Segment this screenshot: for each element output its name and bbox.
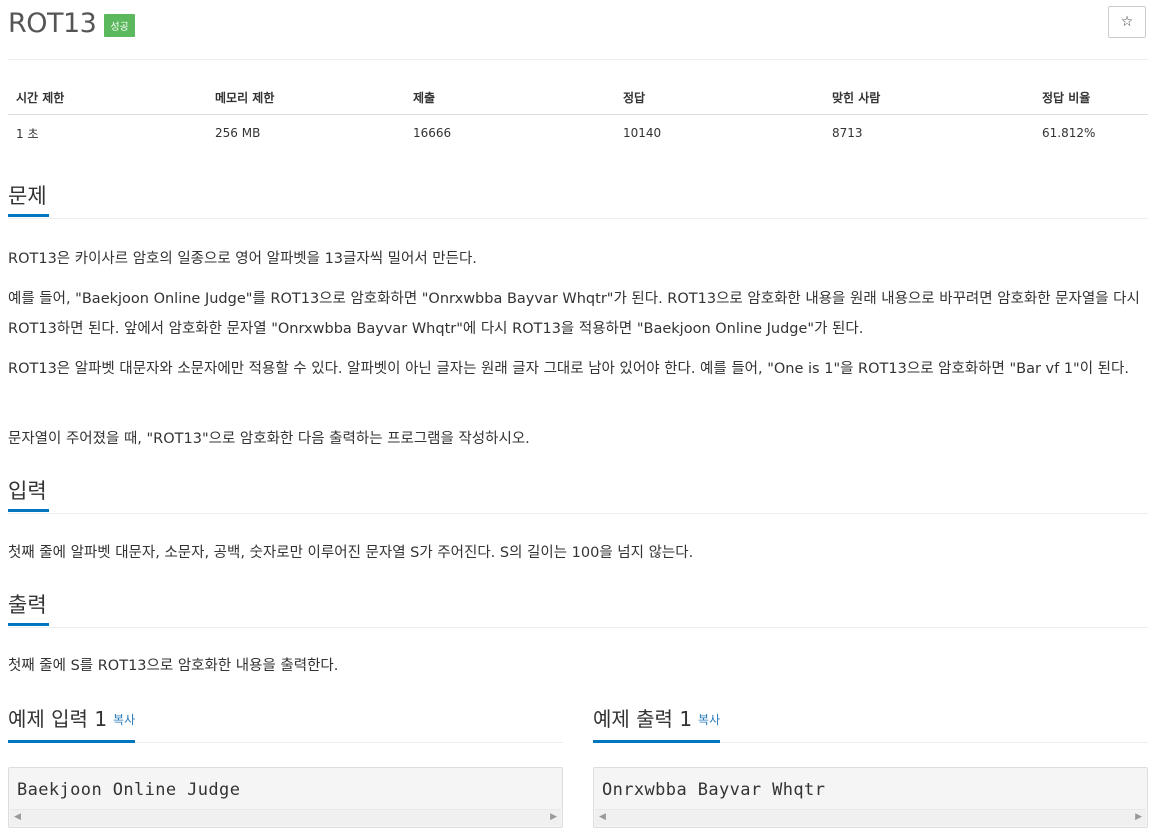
stats-accept-ratio: 61.812%: [1042, 126, 1096, 140]
problem-paragraph-2: 예를 들어, "Baekjoon Online Judge"를 ROT13으로 …: [8, 291, 1140, 337]
stats-memory-limit: 256 MB: [215, 126, 261, 140]
horizontal-scrollbar[interactable]: ◀ ▶: [595, 809, 1146, 826]
sample-output-code: Onrxwbba Bayvar Whqtr: [602, 780, 826, 800]
sample-input-header: 예제 입력 1 복사: [8, 704, 563, 743]
problem-stats-table: 시간 제한 메모리 제한 제출 정답 맞힌 사람 정답 비율 1 초 256 M…: [8, 80, 1148, 151]
sample-input-block: 예제 입력 1 복사 Baekjoon Online Judge ◀ ▶: [8, 704, 563, 828]
problem-paragraph-1: ROT13은 카이사르 암호의 일종으로 영어 알파벳을 13글자씩 밀어서 만…: [8, 251, 477, 267]
problem-header: ROT13 성공: [8, 8, 135, 40]
input-section-title: 입력: [8, 477, 49, 512]
scroll-left-arrow-icon[interactable]: ◀: [14, 812, 21, 822]
sample-input-title-text: 예제 입력 1: [8, 707, 108, 731]
problem-section-title: 문제: [8, 182, 49, 217]
divider: [8, 59, 1148, 60]
sample-output-title: 예제 출력 1 복사: [593, 704, 721, 743]
sample-output-title-text: 예제 출력 1: [593, 707, 693, 731]
problem-title: ROT13: [8, 8, 97, 39]
sample-input-code-box[interactable]: Baekjoon Online Judge ◀ ▶: [8, 767, 563, 828]
stats-header-row: 시간 제한 메모리 제한 제출 정답 맞힌 사람 정답 비율: [8, 80, 1148, 115]
sample-input-copy-link[interactable]: 복사: [113, 713, 135, 727]
status-badge: 성공: [104, 14, 135, 37]
stats-header-accept-ratio: 정답 비율: [1034, 80, 1148, 115]
output-description: 첫째 줄에 S를 ROT13으로 암호화한 내용을 출력한다.: [8, 658, 339, 674]
output-section-title: 출력: [8, 591, 49, 626]
stats-header-solved-users: 맞힌 사람: [824, 80, 1034, 115]
sample-output-code-box[interactable]: Onrxwbba Bayvar Whqtr ◀ ▶: [593, 767, 1148, 828]
sample-output-block: 예제 출력 1 복사 Onrxwbba Bayvar Whqtr ◀ ▶: [593, 704, 1148, 828]
output-section-header: 출력: [8, 591, 1148, 628]
horizontal-scrollbar[interactable]: ◀ ▶: [10, 809, 561, 826]
stats-solved-users: 8713: [832, 126, 863, 140]
sample-output-copy-link[interactable]: 복사: [698, 713, 720, 727]
stats-accepted: 10140: [623, 126, 662, 140]
sample-input-title: 예제 입력 1 복사: [8, 704, 136, 743]
sample-input-code: Baekjoon Online Judge: [17, 780, 241, 800]
problem-section-header: 문제: [8, 182, 1148, 219]
stats-submissions: 16666: [413, 126, 452, 140]
favorite-star-button[interactable]: ☆: [1108, 6, 1146, 38]
scroll-right-arrow-icon[interactable]: ▶: [550, 812, 557, 822]
stats-header-memory-limit: 메모리 제한: [207, 80, 405, 115]
stats-header-submissions: 제출: [405, 80, 615, 115]
sample-output-header: 예제 출력 1 복사: [593, 704, 1148, 743]
scroll-left-arrow-icon[interactable]: ◀: [599, 812, 606, 822]
star-icon: ☆: [1120, 14, 1134, 30]
stats-header-time-limit: 시간 제한: [8, 80, 207, 115]
problem-paragraph-3: ROT13은 알파벳 대문자와 소문자에만 적용할 수 있다. 알파벳이 아닌 …: [8, 361, 1129, 377]
input-section-header: 입력: [8, 477, 1148, 514]
stats-value-row: 1 초 256 MB 16666 10140 8713 61.812%: [8, 115, 1148, 152]
input-description: 첫째 줄에 알파벳 대문자, 소문자, 공백, 숫자로만 이루어진 문자열 S가…: [8, 545, 694, 561]
stats-time-limit: 1 초: [16, 126, 39, 141]
problem-paragraph-4: 문자열이 주어졌을 때, "ROT13"으로 암호화한 다음 출력하는 프로그램…: [8, 431, 530, 447]
stats-header-accepted: 정답: [615, 80, 824, 115]
scroll-right-arrow-icon[interactable]: ▶: [1135, 812, 1142, 822]
